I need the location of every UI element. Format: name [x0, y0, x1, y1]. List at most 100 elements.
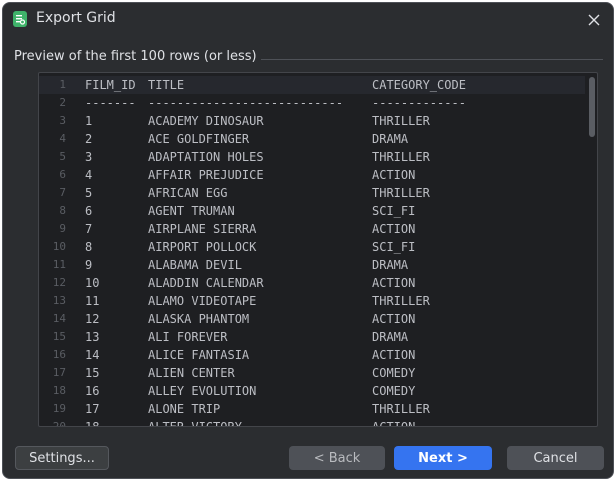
preview-cell: ACTION — [372, 420, 416, 427]
line-number: 13 — [52, 294, 66, 307]
preview-row: 9 7 AIRPLANE SIERRA ACTION — [39, 220, 585, 238]
line-number: 5 — [59, 150, 66, 163]
line-number: 8 — [59, 204, 66, 217]
export-grid-dialog: Export Grid Preview of the first 100 row… — [2, 2, 614, 479]
section-divider — [261, 59, 603, 60]
preview-cell: AGENT TRUMAN — [148, 204, 235, 218]
preview-cell: 3 — [85, 150, 93, 164]
preview-header-row: 1 FILM_ID TITLE CATEGORY_CODE — [39, 76, 585, 94]
preview-cell: COMEDY — [372, 366, 416, 380]
preview-row: 11 9 ALABAMA DEVIL DRAMA — [39, 256, 585, 274]
preview-area[interactable]: 1 FILM_ID TITLE CATEGORY_CODE 2 ------- ------… — [38, 72, 598, 427]
preview-row: 20 18 ALTER VICTORY ACTION — [39, 418, 585, 427]
line-number: 3 — [59, 114, 66, 127]
preview-cell: ACTION — [372, 222, 416, 236]
preview-cell: 16 — [85, 384, 100, 398]
preview-cell: ALONE TRIP — [148, 402, 221, 416]
line-number: 17 — [52, 366, 66, 379]
line-number: 15 — [52, 330, 66, 343]
preview-cell: ------- — [85, 96, 136, 110]
preview-cell: COMEDY — [372, 384, 416, 398]
preview-cell: FILM_ID — [85, 78, 136, 92]
preview-cell: DRAMA — [372, 330, 409, 344]
preview-row: 13 11 ALAMO VIDEOTAPE THRILLER — [39, 292, 585, 310]
line-number: 4 — [59, 132, 66, 145]
preview-cell: ALASKA PHANTOM — [148, 312, 250, 326]
preview-cell: DRAMA — [372, 132, 409, 146]
preview-cell: THRILLER — [372, 294, 430, 308]
preview-cell: THRILLER — [372, 114, 430, 128]
back-button[interactable]: < Back — [289, 446, 385, 470]
preview-cell: 9 — [85, 258, 93, 272]
preview-cell: 13 — [85, 330, 100, 344]
preview-cell: ALIEN CENTER — [148, 366, 235, 380]
line-number: 16 — [52, 348, 66, 361]
vertical-scrollbar[interactable] — [589, 77, 595, 137]
preview-cell: ALTER VICTORY — [148, 420, 242, 427]
window-title: Export Grid — [36, 10, 116, 26]
preview-cell: AFFAIR PREJUDICE — [148, 168, 264, 182]
line-number: 20 — [52, 420, 66, 427]
preview-cell: 17 — [85, 402, 100, 416]
preview-cell: 10 — [85, 276, 100, 290]
preview-cell: 11 — [85, 294, 100, 308]
preview-row: 5 3 ADAPTATION HOLES THRILLER — [39, 148, 585, 166]
preview-label: Preview of the first 100 rows (or less) — [14, 49, 257, 64]
line-number: 1 — [59, 78, 66, 91]
preview-cell: ACTION — [372, 312, 416, 326]
preview-cell: 2 — [85, 132, 93, 146]
next-button[interactable]: Next > — [394, 446, 492, 470]
preview-row: 14 12 ALASKA PHANTOM ACTION — [39, 310, 585, 328]
preview-cell: ACTION — [372, 168, 416, 182]
preview-cell: ALI FOREVER — [148, 330, 228, 344]
preview-cell: THRILLER — [372, 150, 430, 164]
preview-cell: 7 — [85, 222, 93, 236]
preview-cell: ACADEMY DINOSAUR — [148, 114, 264, 128]
preview-cell: ALLEY EVOLUTION — [148, 384, 257, 398]
preview-row: 6 4 AFFAIR PREJUDICE ACTION — [39, 166, 585, 184]
preview-cell: 8 — [85, 240, 93, 254]
preview-row: 18 16 ALLEY EVOLUTION COMEDY — [39, 382, 585, 400]
preview-cell: AIRPLANE SIERRA — [148, 222, 257, 236]
preview-row: 8 6 AGENT TRUMAN SCI_FI — [39, 202, 585, 220]
close-icon[interactable] — [583, 9, 605, 31]
preview-cell: ACE GOLDFINGER — [148, 132, 250, 146]
preview-cell: ALICE FANTASIA — [148, 348, 250, 362]
preview-cell: 12 — [85, 312, 100, 326]
preview-row: 15 13 ALI FOREVER DRAMA — [39, 328, 585, 346]
preview-row: 7 5 AFRICAN EGG THRILLER — [39, 184, 585, 202]
preview-cell: ALAMO VIDEOTAPE — [148, 294, 257, 308]
preview-cell: ALADDIN CALENDAR — [148, 276, 264, 290]
preview-cell: 5 — [85, 186, 93, 200]
settings-button[interactable]: Settings... — [15, 446, 109, 470]
preview-cell: CATEGORY_CODE — [372, 78, 466, 92]
cancel-button[interactable]: Cancel — [507, 446, 604, 470]
line-number: 11 — [52, 258, 66, 271]
preview-cell: AIRPORT POLLOCK — [148, 240, 257, 254]
preview-row: 4 2 ACE GOLDFINGER DRAMA — [39, 130, 585, 148]
preview-cell: --------------------------- — [148, 96, 344, 110]
line-number: 6 — [59, 168, 66, 181]
line-number: 9 — [59, 222, 66, 235]
preview-cell: 4 — [85, 168, 93, 182]
preview-row: 19 17 ALONE TRIP THRILLER — [39, 400, 585, 418]
preview-row: 3 1 ACADEMY DINOSAUR THRILLER — [39, 112, 585, 130]
preview-cell: ------------- — [372, 96, 466, 110]
preview-cell: 18 — [85, 420, 100, 427]
title-bar: Export Grid — [3, 3, 613, 35]
line-number: 7 — [59, 186, 66, 199]
preview-cell: 14 — [85, 348, 100, 362]
line-number: 10 — [52, 240, 66, 253]
line-number: 14 — [52, 312, 66, 325]
line-number: 12 — [52, 276, 66, 289]
preview-cell: ALABAMA DEVIL — [148, 258, 242, 272]
preview-cell: THRILLER — [372, 402, 430, 416]
preview-cell: ACTION — [372, 348, 416, 362]
preview-row: 10 8 AIRPORT POLLOCK SCI_FI — [39, 238, 585, 256]
preview-cell: TITLE — [148, 78, 185, 92]
preview-cell: ACTION — [372, 276, 416, 290]
line-number: 18 — [52, 384, 66, 397]
preview-cell: 1 — [85, 114, 93, 128]
preview-separator-row: 2 ------- --------------------------- -----… — [39, 94, 585, 112]
line-number: 19 — [52, 402, 66, 415]
